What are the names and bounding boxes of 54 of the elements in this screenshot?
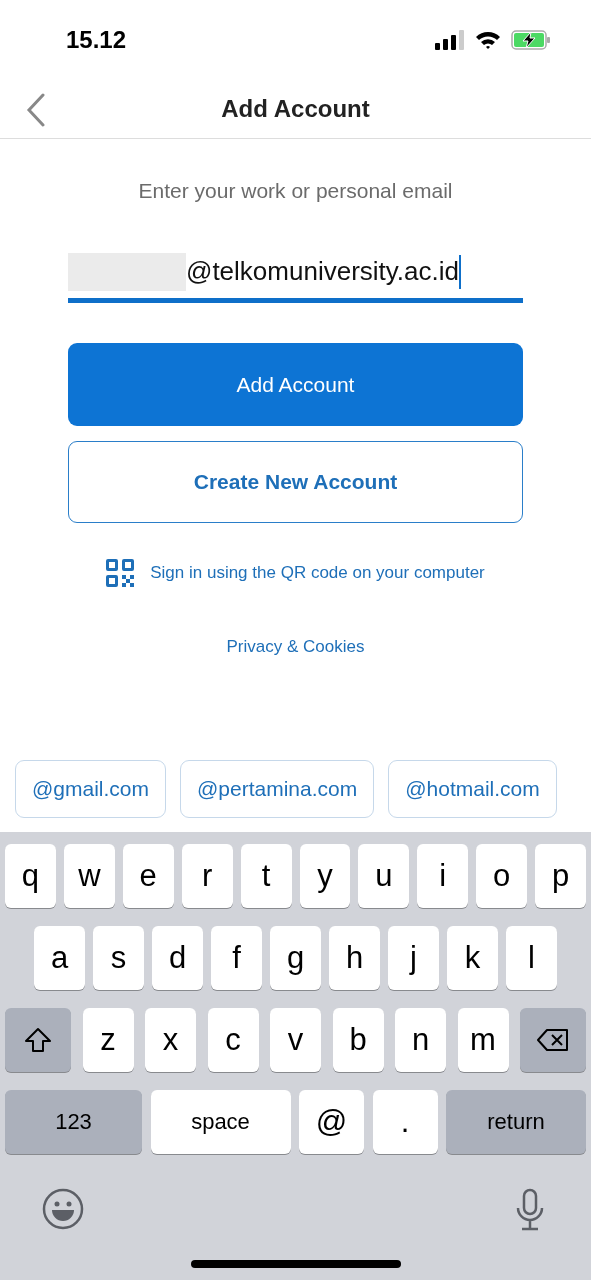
symbol-key[interactable]: . bbox=[372, 1090, 438, 1154]
domain-suggestion[interactable]: @hotmail.com bbox=[388, 760, 557, 818]
letter-key[interactable]: l bbox=[506, 926, 557, 990]
email-prompt: Enter your work or personal email bbox=[138, 179, 453, 203]
letter-key[interactable]: k bbox=[447, 926, 498, 990]
space-key[interactable]: space bbox=[150, 1090, 291, 1154]
letter-key[interactable]: p bbox=[535, 844, 587, 908]
return-key[interactable]: return bbox=[446, 1090, 586, 1154]
letter-key[interactable]: d bbox=[152, 926, 203, 990]
back-button[interactable] bbox=[26, 93, 46, 127]
battery-charging-icon bbox=[511, 30, 551, 50]
letter-key[interactable]: r bbox=[181, 844, 233, 908]
signal-icon bbox=[435, 30, 465, 50]
microphone-icon[interactable] bbox=[515, 1188, 545, 1232]
create-account-button[interactable]: Create New Account bbox=[68, 441, 523, 523]
letter-key[interactable]: s bbox=[93, 926, 144, 990]
add-account-button[interactable]: Add Account bbox=[68, 343, 523, 426]
privacy-link[interactable]: Privacy & Cookies bbox=[226, 637, 365, 657]
letter-key[interactable]: h bbox=[329, 926, 380, 990]
letter-key[interactable]: e bbox=[122, 844, 174, 908]
letter-key[interactable]: a bbox=[34, 926, 85, 990]
numbers-key[interactable]: 123 bbox=[5, 1090, 142, 1154]
letter-key[interactable]: j bbox=[388, 926, 439, 990]
letter-key[interactable]: u bbox=[358, 844, 410, 908]
text-cursor bbox=[459, 254, 461, 289]
letter-key[interactable]: y bbox=[299, 844, 351, 908]
letter-key[interactable]: o bbox=[476, 844, 528, 908]
letter-key[interactable]: g bbox=[270, 926, 321, 990]
shift-icon bbox=[24, 1027, 52, 1053]
letter-key[interactable]: n bbox=[395, 1008, 446, 1072]
emoji-icon[interactable] bbox=[42, 1188, 84, 1230]
symbol-key[interactable]: @ bbox=[299, 1090, 364, 1154]
page-title: Add Account bbox=[221, 95, 370, 123]
letter-key[interactable]: v bbox=[270, 1008, 321, 1072]
qr-code-icon bbox=[106, 559, 135, 587]
email-field[interactable]: @telkomuniversity.ac.id bbox=[68, 245, 523, 303]
letter-key[interactable]: i bbox=[417, 844, 469, 908]
letter-key[interactable]: t bbox=[240, 844, 292, 908]
letter-key[interactable]: z bbox=[82, 1008, 134, 1072]
shift-key[interactable] bbox=[5, 1008, 71, 1072]
backspace-icon bbox=[536, 1028, 570, 1052]
domain-suggestion[interactable]: @gmail.com bbox=[15, 760, 166, 818]
letter-key[interactable]: m bbox=[457, 1008, 509, 1072]
status-time: 15.12 bbox=[66, 26, 127, 54]
letter-key[interactable]: c bbox=[207, 1008, 259, 1072]
letter-key[interactable]: f bbox=[211, 926, 262, 990]
wifi-icon bbox=[475, 30, 501, 50]
letter-key[interactable]: b bbox=[332, 1008, 384, 1072]
letter-key[interactable]: x bbox=[145, 1008, 196, 1072]
letter-key[interactable]: q bbox=[4, 844, 56, 908]
domain-suggestion[interactable]: @pertamina.com bbox=[180, 760, 375, 818]
letter-key[interactable]: w bbox=[63, 844, 115, 908]
delete-key[interactable] bbox=[520, 1008, 586, 1072]
qr-sign-in-link[interactable]: Sign in using the QR code on your computer bbox=[150, 563, 485, 583]
